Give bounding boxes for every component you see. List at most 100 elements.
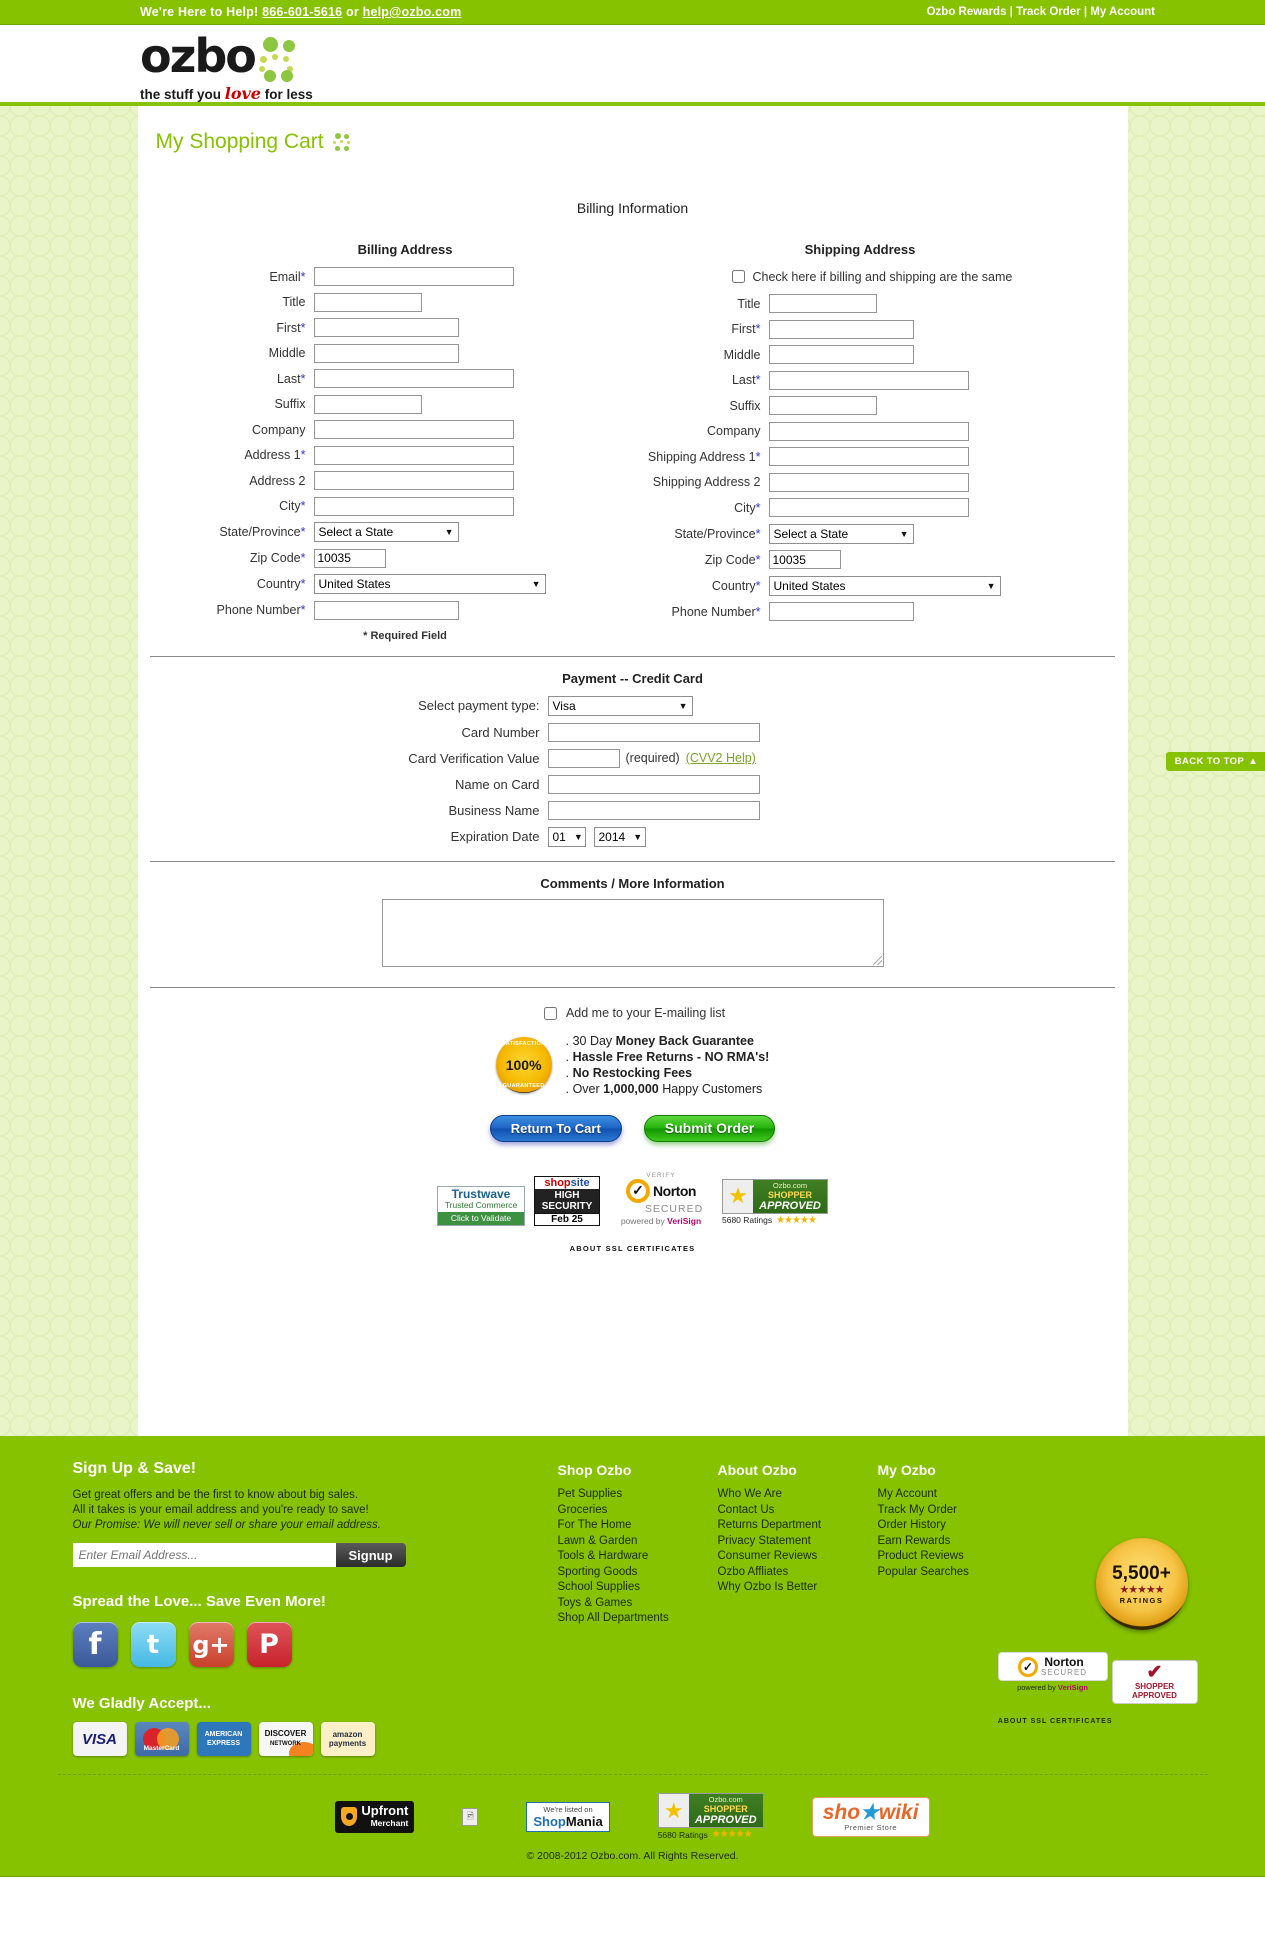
footer-link-2-2[interactable]: Order History: [878, 1518, 1038, 1534]
shipping-input-2[interactable]: [768, 345, 914, 364]
billing-select-10[interactable]: Select a State ▼: [313, 522, 459, 542]
footer-norton-name: Norton: [1044, 1655, 1084, 1669]
billing-input-2[interactable]: [313, 318, 459, 337]
billing-select-12[interactable]: United States ▼: [313, 574, 546, 594]
cvv-input[interactable]: [547, 748, 620, 768]
footer-norton-badge[interactable]: ✓ Norton SECURED powered by VeriSign: [997, 1652, 1108, 1692]
email-list-label: Add me to your E-mailing list: [565, 1006, 726, 1020]
footer-link-0-5[interactable]: Sporting Goods: [558, 1565, 718, 1581]
shipping-input-8[interactable]: [768, 498, 969, 517]
shipping-select-11[interactable]: United States ▼: [768, 575, 1001, 596]
billing-input-11[interactable]: [313, 548, 386, 568]
footer-link-0-3[interactable]: Lawn & Garden: [558, 1534, 718, 1550]
help-phone-link[interactable]: 866-601-5616: [262, 5, 342, 19]
billing-label-10: State/Province*: [219, 525, 306, 539]
shopmania-badge[interactable]: We're listed on ShopMania: [526, 1801, 610, 1832]
footer-link-1-3[interactable]: Privacy Statement: [718, 1534, 878, 1550]
shopwiki-badge[interactable]: sho★wiki Premier Store: [811, 1796, 930, 1837]
billing-input-6[interactable]: [313, 420, 514, 439]
business-name-input[interactable]: [547, 800, 760, 820]
upfront-merchant-badge[interactable]: Upfront Merchant: [335, 1800, 415, 1833]
billing-input-9[interactable]: [313, 496, 514, 516]
footer-link-2-1[interactable]: Track My Order: [878, 1503, 1038, 1519]
submit-order-button[interactable]: Submit Order: [643, 1114, 776, 1142]
payment-type-select[interactable]: Visa ▼: [547, 695, 693, 716]
back-to-top-button[interactable]: BACK TO TOP ▲: [1165, 752, 1265, 771]
twitter-icon[interactable]: t: [130, 1622, 176, 1667]
billing-input-4[interactable]: [313, 369, 514, 388]
footer-link-2-0[interactable]: My Account: [878, 1487, 1038, 1503]
shipping-input-7[interactable]: [768, 472, 969, 492]
billing-input-8[interactable]: [313, 471, 514, 490]
account-links[interactable]: Ozbo Rewards | Track Order | My Account: [927, 6, 1155, 18]
ratings-seal-badge[interactable]: 5,500+ ★★★★★ RATINGS: [1095, 1538, 1188, 1630]
billing-input-7[interactable]: [313, 445, 514, 465]
footer-link-2-3[interactable]: Earn Rewards: [878, 1534, 1038, 1550]
googleplus-icon[interactable]: g+: [188, 1622, 234, 1667]
shipping-select-9[interactable]: Select a State ▼: [768, 523, 914, 544]
trustwave-badge[interactable]: Trustwave Trusted Commerce Click to Vali…: [437, 1185, 525, 1226]
footer-shopper-approved-badge[interactable]: ✔ SHOPPER APPROVED: [1111, 1660, 1198, 1704]
footer-link-0-4[interactable]: Tools & Hardware: [558, 1549, 718, 1565]
footer-link-1-6[interactable]: Why Ozbo Is Better: [718, 1580, 878, 1596]
expiration-year-select[interactable]: 2014 ▼: [593, 826, 646, 847]
return-to-cart-button[interactable]: Return To Cart: [489, 1114, 622, 1142]
required-asterisk: *: [755, 500, 761, 515]
footer-link-2-4[interactable]: Product Reviews: [878, 1549, 1038, 1565]
same-as-billing-row[interactable]: Check here if billing and shipping are t…: [728, 267, 1088, 286]
billing-input-1[interactable]: [313, 292, 422, 312]
footer-link-1-0[interactable]: Who We Are: [718, 1487, 878, 1503]
footer-link-0-8[interactable]: Shop All Departments: [558, 1611, 718, 1627]
footer-link-0-7[interactable]: Toys & Games: [558, 1596, 718, 1612]
footer-shopper-approved-wide-badge[interactable]: ★ Ozbo.com SHOPPER APPROVED 5680 Ratings…: [657, 1793, 764, 1840]
shipping-input-4[interactable]: [768, 396, 877, 415]
norton-secured-badge[interactable]: VERIFY ✓ Norton SECURED powered by VeriS…: [609, 1172, 713, 1226]
footer-link-1-2[interactable]: Returns Department: [718, 1518, 878, 1534]
footer-link-0-2[interactable]: For The Home: [558, 1518, 718, 1534]
footer-about-ssl-link[interactable]: ABOUT SSL CERTIFICATES: [998, 1718, 1113, 1725]
shipping-input-6[interactable]: [768, 447, 969, 466]
email-list-checkbox[interactable]: [543, 1006, 557, 1020]
footer-link-1-5[interactable]: Ozbo Affliates: [718, 1565, 878, 1581]
billing-input-5[interactable]: [313, 394, 422, 414]
signup-email-input[interactable]: [72, 1543, 336, 1567]
footer-link-1-4[interactable]: Consumer Reviews: [718, 1549, 878, 1565]
chevron-up-icon: ▲: [1248, 756, 1258, 767]
resize-handle-icon[interactable]: [872, 955, 882, 965]
card-number-input[interactable]: [547, 722, 760, 742]
footer-link-0-1[interactable]: Groceries: [558, 1503, 718, 1519]
email-list-row[interactable]: Add me to your E-mailing list: [138, 1004, 1128, 1023]
shipping-input-0[interactable]: [768, 294, 877, 313]
footer-link-2-5[interactable]: Popular Searches: [878, 1565, 1038, 1581]
cvv-help-link[interactable]: (CVV2 Help): [686, 751, 756, 765]
comments-textarea[interactable]: [381, 898, 884, 967]
address-columns: Billing Address Email* Title First* Middle L…: [138, 242, 1128, 642]
shopsite-security-badge[interactable]: shopsite HIGH SECURITY Feb 25: [534, 1175, 600, 1226]
footer-link-0-6[interactable]: School Supplies: [558, 1580, 718, 1596]
signup-button[interactable]: Signup: [335, 1543, 406, 1567]
chevron-down-icon: ▼: [573, 831, 583, 842]
shipping-input-5[interactable]: [768, 421, 969, 441]
same-as-billing-checkbox[interactable]: [731, 270, 745, 283]
about-ssl-link[interactable]: ABOUT SSL CERTIFICATES: [138, 1244, 1128, 1253]
billing-input-13[interactable]: [313, 600, 459, 620]
footer-link-1-1[interactable]: Contact Us: [718, 1503, 878, 1519]
guarantee-bold: Money Back Guarantee: [615, 1033, 754, 1048]
shipping-address-column: Shipping Address Check here if billing a…: [633, 242, 1088, 642]
billing-input-3[interactable]: [313, 343, 459, 363]
shipping-input-12[interactable]: [768, 602, 914, 621]
we-gladly-accept-heading: We Gladly Accept...: [72, 1695, 211, 1712]
facebook-icon[interactable]: f: [72, 1622, 118, 1667]
shipping-input-1[interactable]: [768, 319, 914, 339]
help-email-link[interactable]: help@ozbo.com: [363, 5, 462, 19]
expiration-month-select[interactable]: 01 ▼: [547, 826, 586, 847]
footer-link-0-0[interactable]: Pet Supplies: [558, 1487, 718, 1503]
shopper-approved-badge[interactable]: ★ Ozbo.com SHOPPER APPROVED 5680 Ratings…: [722, 1178, 828, 1226]
shipping-input-3[interactable]: [768, 370, 969, 390]
site-logo[interactable]: ozbo the stuff you love for less: [140, 33, 313, 103]
shipping-input-10[interactable]: [768, 550, 841, 569]
pinterest-icon[interactable]: P: [246, 1622, 292, 1667]
billing-input-0[interactable]: [313, 267, 514, 286]
name-on-card-input[interactable]: [547, 774, 760, 794]
action-buttons: Return To Cart Submit Order: [138, 1114, 1128, 1142]
